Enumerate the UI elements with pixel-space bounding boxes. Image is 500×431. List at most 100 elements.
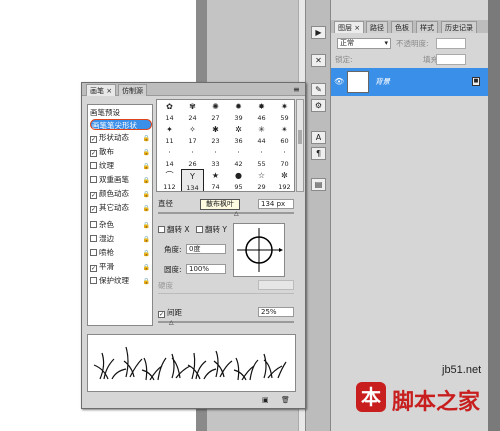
checkbox[interactable]: ✓ — [90, 136, 97, 143]
checkbox[interactable]: ✓ — [90, 206, 97, 213]
tools-icon[interactable]: ✕ — [311, 54, 326, 67]
tab-layers[interactable]: 图层 × — [334, 21, 365, 33]
tab-paths[interactable]: 路径 — [366, 21, 388, 33]
brush-tip[interactable]: ★ 74 — [204, 169, 227, 191]
option-texture[interactable]: 纹理 🔒 — [90, 160, 152, 171]
checkbox[interactable]: ✓ — [90, 265, 97, 272]
checkbox[interactable] — [90, 221, 97, 228]
brush-tip[interactable]: ✼ 192 — [273, 169, 294, 191]
option-label: 纹理 — [99, 161, 114, 170]
option-brush-tip-shape[interactable]: 画笔笔尖形状 — [90, 119, 152, 130]
option-shape-dynamics[interactable]: ✓ 形状动态 🔒 — [90, 132, 152, 143]
diameter-slider[interactable] — [158, 212, 294, 214]
tab-swatches[interactable]: 色板 — [391, 21, 413, 33]
brush-tip-icon: ✧ — [189, 125, 196, 134]
brush-tip-selected[interactable]: Y 134 — [181, 169, 204, 191]
layer-row[interactable]: 👁 背景 ■ — [331, 68, 489, 96]
tip-size: 192 — [278, 183, 291, 191]
lock-icon: 🔒 — [142, 135, 150, 142]
fill-input[interactable] — [436, 54, 466, 65]
brush-tip[interactable]: ☆ 29 — [250, 169, 273, 191]
tip-size: 60 — [280, 137, 289, 145]
tab-brush[interactable]: 画笔 × — [86, 84, 117, 96]
brush-tip[interactable]: · 26 — [181, 146, 204, 169]
roundness-input[interactable]: 100% — [186, 264, 226, 274]
brush-tip-scrollbar[interactable] — [296, 99, 304, 192]
new-preset-icon[interactable]: ▣ — [262, 396, 269, 404]
play-icon[interactable]: ▶ — [311, 26, 326, 39]
character-icon[interactable]: A — [311, 131, 326, 144]
flip-x[interactable]: 翻转 X — [158, 225, 190, 235]
option-color-dynamics[interactable]: ✓ 颜色动态 🔒 — [90, 188, 152, 199]
angle-input[interactable]: 0度 — [186, 244, 226, 254]
checkbox[interactable] — [196, 226, 203, 233]
eye-icon[interactable]: 👁 — [334, 77, 344, 86]
brush-tip[interactable]: ⌒ 112 — [158, 169, 181, 191]
diameter-input[interactable]: 134 px — [258, 199, 294, 209]
tip-size: 59 — [280, 114, 289, 122]
tab-styles[interactable]: 样式 — [416, 21, 438, 33]
brush-tip[interactable]: ✹ 39 — [227, 100, 250, 123]
tab-history[interactable]: 历史记录 — [441, 21, 477, 33]
option-brush-presets[interactable]: 画笔预设 — [90, 107, 152, 118]
blend-mode-select[interactable]: 正常 ▾ — [337, 38, 391, 49]
option-scattering[interactable]: ✓ 散布 🔒 — [90, 146, 152, 157]
info-icon[interactable]: ▤ — [311, 178, 326, 191]
lock-label: 锁定: — [335, 55, 353, 64]
brush-tip[interactable]: ✾ 24 — [181, 100, 204, 123]
brush-tip[interactable]: ✳ 44 — [250, 123, 273, 146]
tip-size: 26 — [188, 160, 197, 168]
option-airbrush[interactable]: 喷枪 🔒 — [90, 247, 152, 258]
option-other-dynamics[interactable]: ✓ 其它动态 🔒 — [90, 202, 152, 213]
checkbox[interactable] — [90, 176, 97, 183]
brush-tip[interactable]: · 14 — [158, 146, 181, 169]
brush-tip[interactable]: ✱ 23 — [204, 123, 227, 146]
spacing-slider[interactable] — [158, 321, 294, 323]
option-wet-edges[interactable]: 湿边 🔒 — [90, 233, 152, 244]
brush-tip[interactable]: ✦ 11 — [158, 123, 181, 146]
angle-label: 角度: — [164, 245, 182, 254]
brush-tip[interactable]: · 42 — [227, 146, 250, 169]
opacity-input[interactable] — [436, 38, 466, 49]
brush-tip[interactable]: ✺ 27 — [204, 100, 227, 123]
brush-tip[interactable]: · 33 — [204, 146, 227, 169]
checkbox[interactable] — [90, 235, 97, 242]
checkbox[interactable]: ✓ — [90, 150, 97, 157]
brush-tip[interactable]: ● 95 — [227, 169, 250, 191]
slider-thumb-icon[interactable]: △ — [234, 210, 239, 217]
panel-menu-icon[interactable]: ≡ — [293, 85, 300, 94]
brush-tip[interactable]: ✷ 59 — [273, 100, 294, 123]
option-protect-texture[interactable]: 保护纹理 🔒 — [90, 275, 152, 286]
brush-tip[interactable]: · 55 — [250, 146, 273, 169]
checkbox[interactable] — [90, 277, 97, 284]
slider-thumb-icon[interactable]: △ — [169, 319, 174, 326]
trash-icon[interactable]: 🗑 — [281, 396, 290, 404]
brush-tip-icon: Y — [190, 172, 195, 181]
tab-clone-source[interactable]: 仿制源 — [118, 84, 147, 96]
brush-tip[interactable]: · 70 — [273, 146, 294, 169]
brush-tip[interactable]: ✲ 36 — [227, 123, 250, 146]
flip-y[interactable]: 翻转 Y — [196, 225, 227, 235]
checkbox[interactable] — [90, 249, 97, 256]
option-dual-brush[interactable]: 双重画笔 🔒 — [90, 174, 152, 185]
clone-source-icon[interactable]: ⚙ — [311, 99, 326, 112]
paragraph-icon[interactable]: ¶ — [311, 147, 326, 160]
option-noise[interactable]: 杂色 🔒 — [90, 219, 152, 230]
checkbox[interactable] — [158, 226, 165, 233]
brush-tip[interactable]: ✿ 14 — [158, 100, 181, 123]
watermark-brand: 脚本之家 — [392, 390, 481, 415]
spacing-input[interactable]: 25% — [258, 307, 294, 317]
option-smoothing[interactable]: ✓ 平滑 🔒 — [90, 261, 152, 272]
checkbox[interactable]: ✓ — [158, 311, 165, 318]
checkbox[interactable] — [90, 162, 97, 169]
lock-icon: 🔒 — [142, 163, 150, 170]
spacing-toggle[interactable]: ✓ 间距 — [158, 308, 182, 318]
brush-tip[interactable]: ✴ 60 — [273, 123, 294, 146]
scrollbar-thumb[interactable] — [298, 130, 302, 144]
brush-icon[interactable]: ✎ — [311, 83, 326, 96]
brush-tip[interactable]: ✸ 46 — [250, 100, 273, 123]
tip-size: 14 — [165, 114, 174, 122]
brush-angle-preview[interactable] — [233, 223, 285, 277]
brush-tip[interactable]: ✧ 17 — [181, 123, 204, 146]
checkbox[interactable]: ✓ — [90, 192, 97, 199]
